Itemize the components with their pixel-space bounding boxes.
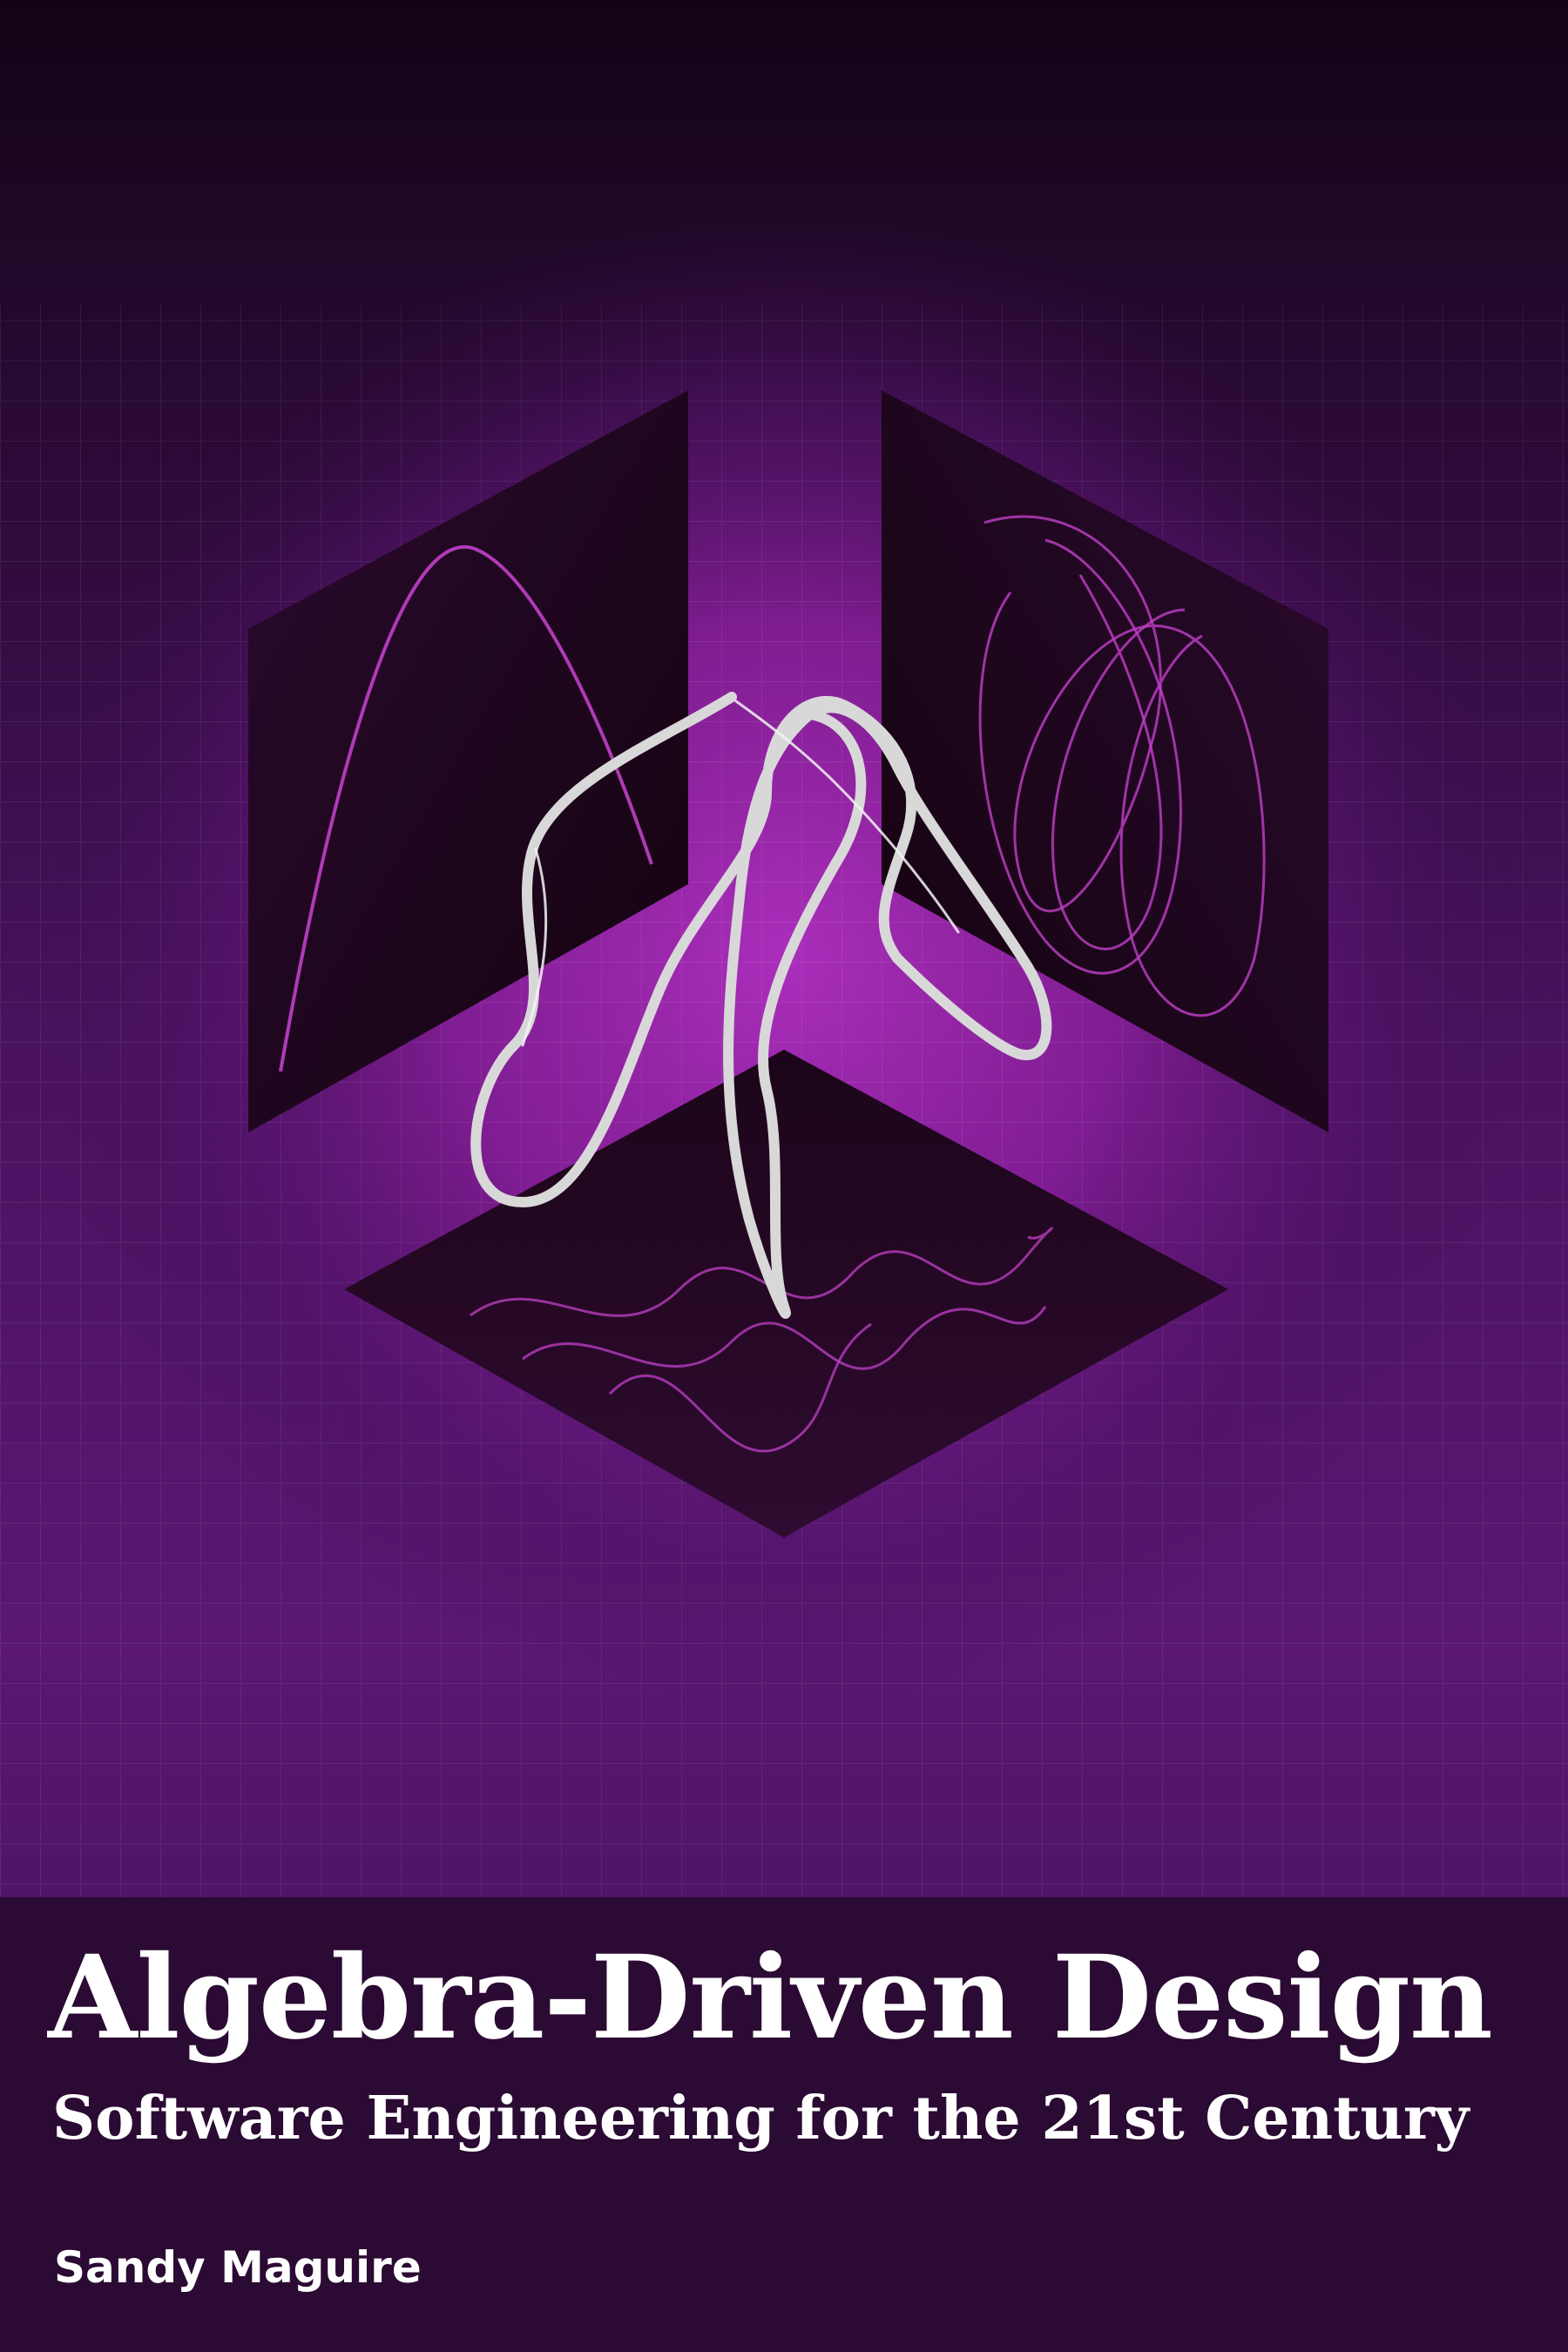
book-cover: Algebra-Driven Design Software Engineeri…: [0, 0, 1568, 2352]
author-name: Sandy Maguire: [54, 2242, 422, 2293]
book-title: Algebra-Driven Design: [48, 1930, 1493, 2065]
cover-illustration: [0, 0, 1568, 1897]
book-subtitle: Software Engineering for the 21st Centur…: [52, 2084, 1470, 2153]
